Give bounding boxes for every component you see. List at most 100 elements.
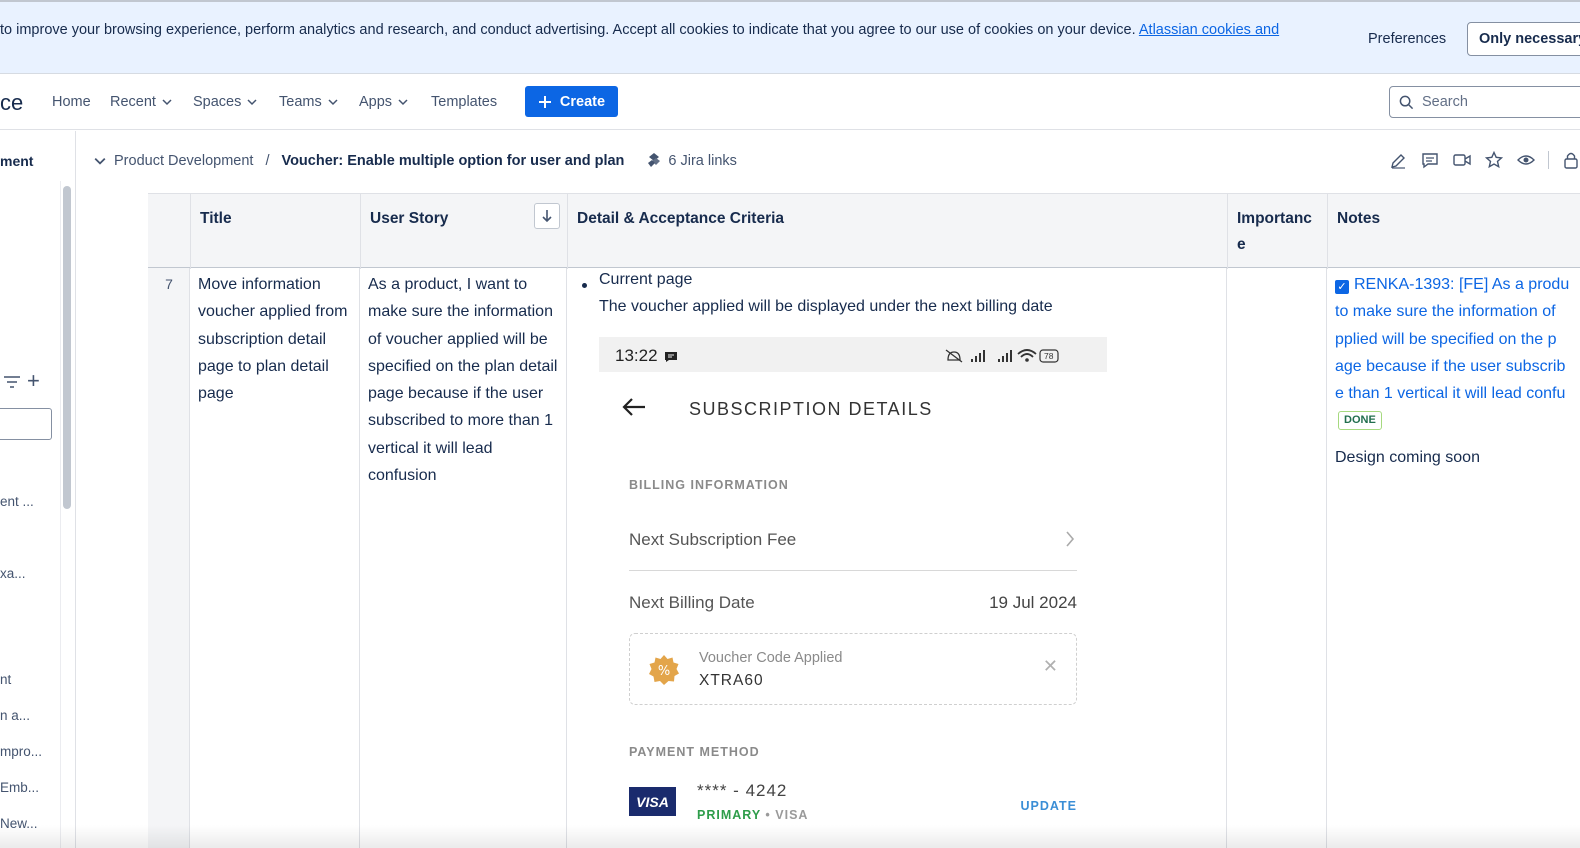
jira-link-line: e than 1 vertical it will lead confu <box>1335 385 1566 403</box>
column-header-detail[interactable]: Detail & Acceptance Criteria <box>567 194 1227 269</box>
column-header-notes[interactable]: Notes <box>1327 194 1580 269</box>
breadcrumb-separator: / <box>265 152 270 169</box>
nav-spaces-label: Spaces <box>193 94 242 110</box>
card-type-label: • VISA <box>760 808 809 822</box>
cookie-text: to improve your browsing experience, per… <box>0 22 1136 38</box>
cookie-policy-link[interactable]: Atlassian cookies and <box>1139 22 1279 38</box>
jira-link-line: ✓ RENKA-1393: [FE] As a produ <box>1335 271 1580 298</box>
sidebar-scroll-track <box>60 181 61 848</box>
cookie-only-necessary-button[interactable]: Only necessary <box>1467 22 1580 56</box>
message-icon <box>665 352 677 362</box>
cell-title: Move information voucher applied from su… <box>198 276 348 403</box>
breadcrumb-page-title[interactable]: Voucher: Enable multiple option for user… <box>281 153 624 169</box>
space-sidebar: ment + ent ... xa... nt n a... mpro... E… <box>0 131 76 848</box>
nav-apps[interactable]: Apps <box>359 94 408 110</box>
embedded-phone-screenshot[interactable]: 13:22 78 SUBSCRIPTION DETAILS BILLING IN… <box>599 337 1107 848</box>
nav-home-label: Home <box>52 94 91 110</box>
jira-links-button[interactable]: 6 Jira links <box>646 152 737 169</box>
row-number: 7 <box>165 276 173 292</box>
sidebar-item[interactable]: n a... <box>0 708 30 723</box>
voucher-card[interactable]: % Voucher Code Applied XTRA60 ✕ <box>629 633 1077 705</box>
eye-icon <box>1517 155 1535 165</box>
nav-teams-label: Teams <box>279 94 322 110</box>
nav-teams[interactable]: Teams <box>279 94 338 110</box>
jira-link-line: age because if the user subscrib <box>1335 357 1566 375</box>
sidebar-scrollbar[interactable] <box>63 186 71 509</box>
nav-recent[interactable]: Recent <box>110 94 172 110</box>
cookie-preferences-button[interactable]: Preferences <box>1368 31 1446 47</box>
jira-link-line: to make sure the information of <box>1335 303 1556 321</box>
top-navigation: ce Home Recent Spaces Teams Apps Templat… <box>0 74 1580 130</box>
battery-level: 78 <box>1044 351 1054 361</box>
add-page-button[interactable]: + <box>27 370 40 392</box>
chevron-right-icon <box>1066 531 1075 547</box>
status-icons <box>945 349 1059 363</box>
product-logo[interactable]: ce <box>0 90 23 116</box>
column-divider <box>566 268 567 848</box>
chevron-down-icon[interactable] <box>94 155 106 167</box>
sidebar-item[interactable]: mpro... <box>0 744 42 759</box>
phone-screen-title: SUBSCRIPTION DETAILS <box>689 399 933 419</box>
detail-bullet: Current page <box>599 271 693 288</box>
jira-issue-link[interactable]: ✓ RENKA-1393: [FE] As a produ to make sur… <box>1335 271 1580 407</box>
update-payment-button[interactable]: UPDATE <box>1021 799 1077 813</box>
record-video-button[interactable] <box>1452 150 1472 170</box>
voucher-label: Voucher Code Applied <box>699 650 843 666</box>
row-number-column: 7 <box>148 268 190 848</box>
sort-button[interactable] <box>534 203 560 229</box>
svg-text:%: % <box>658 664 670 679</box>
requirements-table: Title User Story Detail & Acceptance Cri… <box>148 193 1580 848</box>
notes-text: Design coming soon <box>1335 449 1480 466</box>
column-divider <box>1326 268 1327 848</box>
nav-templates-label: Templates <box>431 94 498 110</box>
pencil-icon <box>1390 153 1405 169</box>
divider <box>1548 151 1549 169</box>
lock-button[interactable] <box>1561 150 1580 170</box>
plus-icon <box>538 95 551 108</box>
sidebar-space-title[interactable]: ment <box>0 153 33 169</box>
page-actions <box>1388 150 1580 170</box>
create-label: Create <box>559 93 606 110</box>
nav-spaces[interactable]: Spaces <box>193 94 257 110</box>
cookie-message: to improve your browsing experience, per… <box>0 22 1320 38</box>
remove-voucher-icon[interactable]: ✕ <box>1043 656 1058 677</box>
jira-icon <box>648 153 661 167</box>
status-badge: DONE <box>1338 411 1382 430</box>
video-icon <box>1453 154 1471 166</box>
sidebar-item[interactable]: nt <box>0 672 11 687</box>
search-input[interactable]: Search <box>1389 86 1580 118</box>
column-header-importance[interactable]: Importanc e <box>1227 194 1327 269</box>
nav-templates[interactable]: Templates <box>431 94 497 110</box>
payment-section-label: PAYMENT METHOD <box>629 745 760 759</box>
star-button[interactable] <box>1484 150 1504 170</box>
edit-button[interactable] <box>1388 150 1408 170</box>
create-button[interactable]: Create <box>525 86 618 117</box>
comment-button[interactable] <box>1420 150 1440 170</box>
chevron-down-icon <box>247 99 257 106</box>
next-billing-date: 19 Jul 2024 <box>989 593 1077 612</box>
breadcrumb-space-link[interactable]: Product Development <box>114 153 253 169</box>
back-arrow-icon[interactable] <box>621 397 647 417</box>
chevron-down-icon <box>328 99 338 106</box>
chevron-down-icon <box>398 99 408 106</box>
cookie-banner: to improve your browsing experience, per… <box>0 0 1580 74</box>
sidebar-search-input[interactable] <box>0 408 52 440</box>
nav-home[interactable]: Home <box>52 94 91 110</box>
card-meta: PRIMARY • VISA <box>697 808 808 822</box>
column-header-title[interactable]: Title <box>190 194 360 269</box>
sidebar-item[interactable]: xa... <box>0 566 26 581</box>
arrow-down-icon <box>542 210 552 223</box>
billing-section-label: BILLING INFORMATION <box>629 478 789 492</box>
next-fee-row[interactable]: Next Subscription Fee <box>629 530 796 550</box>
checkbox-icon: ✓ <box>1335 280 1349 294</box>
table-header-row: Title User Story Detail & Acceptance Cri… <box>148 193 1580 269</box>
sidebar-item[interactable]: Emb... <box>0 780 39 795</box>
sidebar-item[interactable]: ent ... <box>0 494 34 509</box>
divider <box>629 570 1077 571</box>
phone-time: 13:22 <box>615 346 658 365</box>
watch-button[interactable] <box>1516 150 1536 170</box>
phone-status-bar: 13:22 78 <box>599 337 1107 372</box>
filter-icon[interactable] <box>3 374 21 390</box>
lock-icon <box>1564 152 1578 169</box>
column-header-user-story-label: User Story <box>370 210 449 227</box>
